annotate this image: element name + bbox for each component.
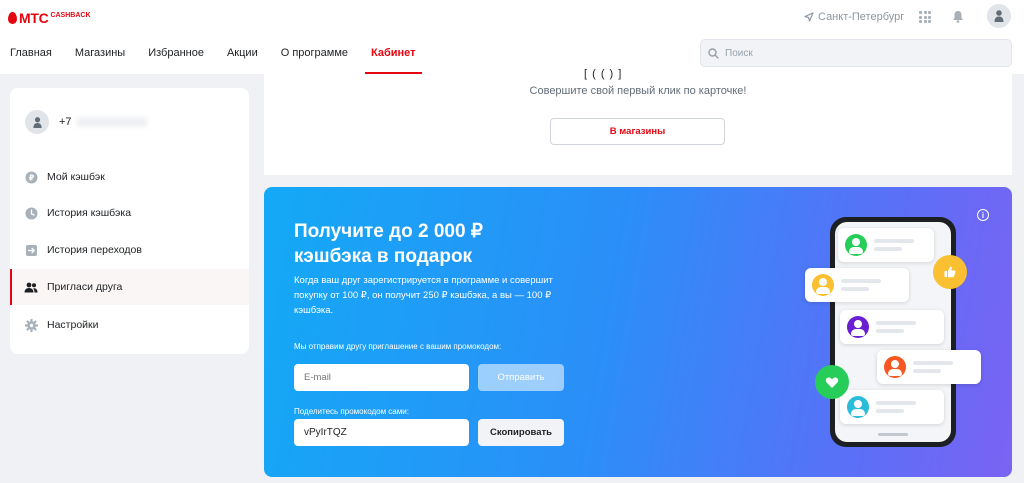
user-phone: +7 bbox=[59, 116, 147, 128]
invite-friend-banner: Получите до 2 000 ₽ кэшбэка в подарок Ко… bbox=[264, 187, 1012, 477]
user-icon bbox=[994, 10, 1004, 22]
first-click-hint: Совершите свой первый клик по карточке! bbox=[529, 85, 747, 97]
cut-off-text: [ ( ( ) ] bbox=[584, 68, 623, 80]
bell-icon[interactable] bbox=[952, 10, 964, 23]
nav-shops[interactable]: Магазины bbox=[75, 47, 125, 74]
chat-card-purple bbox=[840, 310, 944, 344]
invite-label: Мы отправим другу приглашение с вашим пр… bbox=[294, 342, 502, 351]
info-icon[interactable]: i bbox=[977, 209, 989, 221]
phone-home-bar bbox=[878, 433, 908, 436]
city-selector[interactable]: Санкт-Петербург bbox=[804, 11, 904, 23]
chat-card-green bbox=[838, 228, 934, 262]
profile-avatar[interactable] bbox=[987, 4, 1011, 28]
logo-cashback-text: CASHBACK bbox=[50, 11, 91, 19]
phone-prefix: +7 bbox=[59, 116, 72, 128]
sidebar-item-label: История кэшбэка bbox=[47, 207, 132, 219]
main-nav: Главная Магазины Избранное Акции О прогр… bbox=[10, 47, 439, 74]
promo-title-line2: кэшбэка в подарок bbox=[294, 246, 473, 267]
logo-mts-text: МТС bbox=[19, 10, 49, 26]
email-field[interactable] bbox=[294, 364, 469, 391]
promo-title-line1: Получите до 2 000 ₽ bbox=[294, 221, 483, 242]
nav-promos[interactable]: Акции bbox=[227, 47, 258, 74]
sidebar-item-cashback-history[interactable]: История кэшбэка bbox=[10, 195, 249, 231]
arrow-exit-icon bbox=[24, 243, 38, 257]
nav-favorites[interactable]: Избранное bbox=[148, 47, 204, 74]
nav-about[interactable]: О программе bbox=[281, 47, 348, 74]
nav-home[interactable]: Главная bbox=[10, 47, 52, 74]
account-sidebar: +7 ₽ Мой кэшбэк История кэшбэка История … bbox=[10, 88, 249, 354]
avatar-icon bbox=[845, 234, 867, 256]
copy-code-button[interactable]: Скопировать bbox=[478, 419, 564, 446]
svg-text:₽: ₽ bbox=[28, 173, 34, 182]
avatar bbox=[25, 110, 49, 134]
city-name: Санкт-Петербург bbox=[818, 11, 905, 23]
search-box[interactable]: Поиск bbox=[700, 39, 1012, 67]
promo-description: Когда ваш друг зарегистрируется в програ… bbox=[294, 275, 553, 316]
people-icon bbox=[24, 280, 38, 294]
share-label: Поделитесь промокодом сами: bbox=[294, 407, 409, 416]
avatar-icon bbox=[884, 356, 906, 378]
mts-cashback-logo[interactable]: МТС CASHBACK bbox=[8, 10, 91, 26]
promo-code-field[interactable]: vPyIrTQZ bbox=[294, 419, 469, 446]
avatar-icon bbox=[847, 396, 869, 418]
sidebar-item-label: История переходов bbox=[47, 244, 142, 256]
avatar-icon bbox=[812, 274, 834, 296]
search-icon bbox=[708, 47, 719, 59]
sidebar-item-label: Пригласи друга bbox=[47, 281, 123, 293]
header: МТС CASHBACK Санкт-Петербург Главная Маг… bbox=[0, 0, 1024, 74]
heart-icon bbox=[815, 365, 849, 399]
chat-card-yellow bbox=[805, 268, 909, 302]
chat-card-cyan bbox=[840, 390, 944, 424]
promo-title: Получите до 2 000 ₽ кэшбэка в подарок bbox=[294, 219, 554, 269]
chat-card-orange bbox=[877, 350, 981, 384]
search-input[interactable]: Поиск bbox=[725, 48, 753, 59]
ruble-coin-icon: ₽ bbox=[24, 170, 38, 184]
sidebar-item-label: Настройки bbox=[47, 319, 99, 331]
sidebar-item-transition-history[interactable]: История переходов bbox=[10, 232, 249, 268]
sidebar-item-label: Мой кэшбэк bbox=[47, 171, 105, 183]
sidebar-item-my-cashback[interactable]: ₽ Мой кэшбэк bbox=[10, 159, 249, 195]
avatar-icon bbox=[847, 316, 869, 338]
thumbs-up-icon bbox=[933, 255, 967, 289]
apps-grid-icon[interactable] bbox=[919, 11, 931, 23]
sidebar-item-settings[interactable]: Настройки bbox=[10, 307, 249, 343]
user-icon bbox=[32, 116, 42, 128]
empty-cashback-card: [ ( ( ) ] Совершите свой первый клик по … bbox=[264, 68, 1012, 175]
user-info: +7 bbox=[25, 110, 147, 134]
to-shops-button[interactable]: В магазины bbox=[550, 118, 725, 145]
sidebar-item-invite-friend[interactable]: Пригласи друга bbox=[10, 269, 249, 305]
mts-egg-icon bbox=[8, 12, 17, 24]
gear-icon bbox=[24, 318, 38, 332]
send-invite-button[interactable]: Отправить bbox=[478, 364, 564, 391]
phone-number-hidden bbox=[76, 117, 147, 128]
nav-cabinet[interactable]: Кабинет bbox=[365, 47, 422, 74]
clock-icon bbox=[24, 206, 38, 220]
location-arrow-icon bbox=[804, 12, 814, 22]
